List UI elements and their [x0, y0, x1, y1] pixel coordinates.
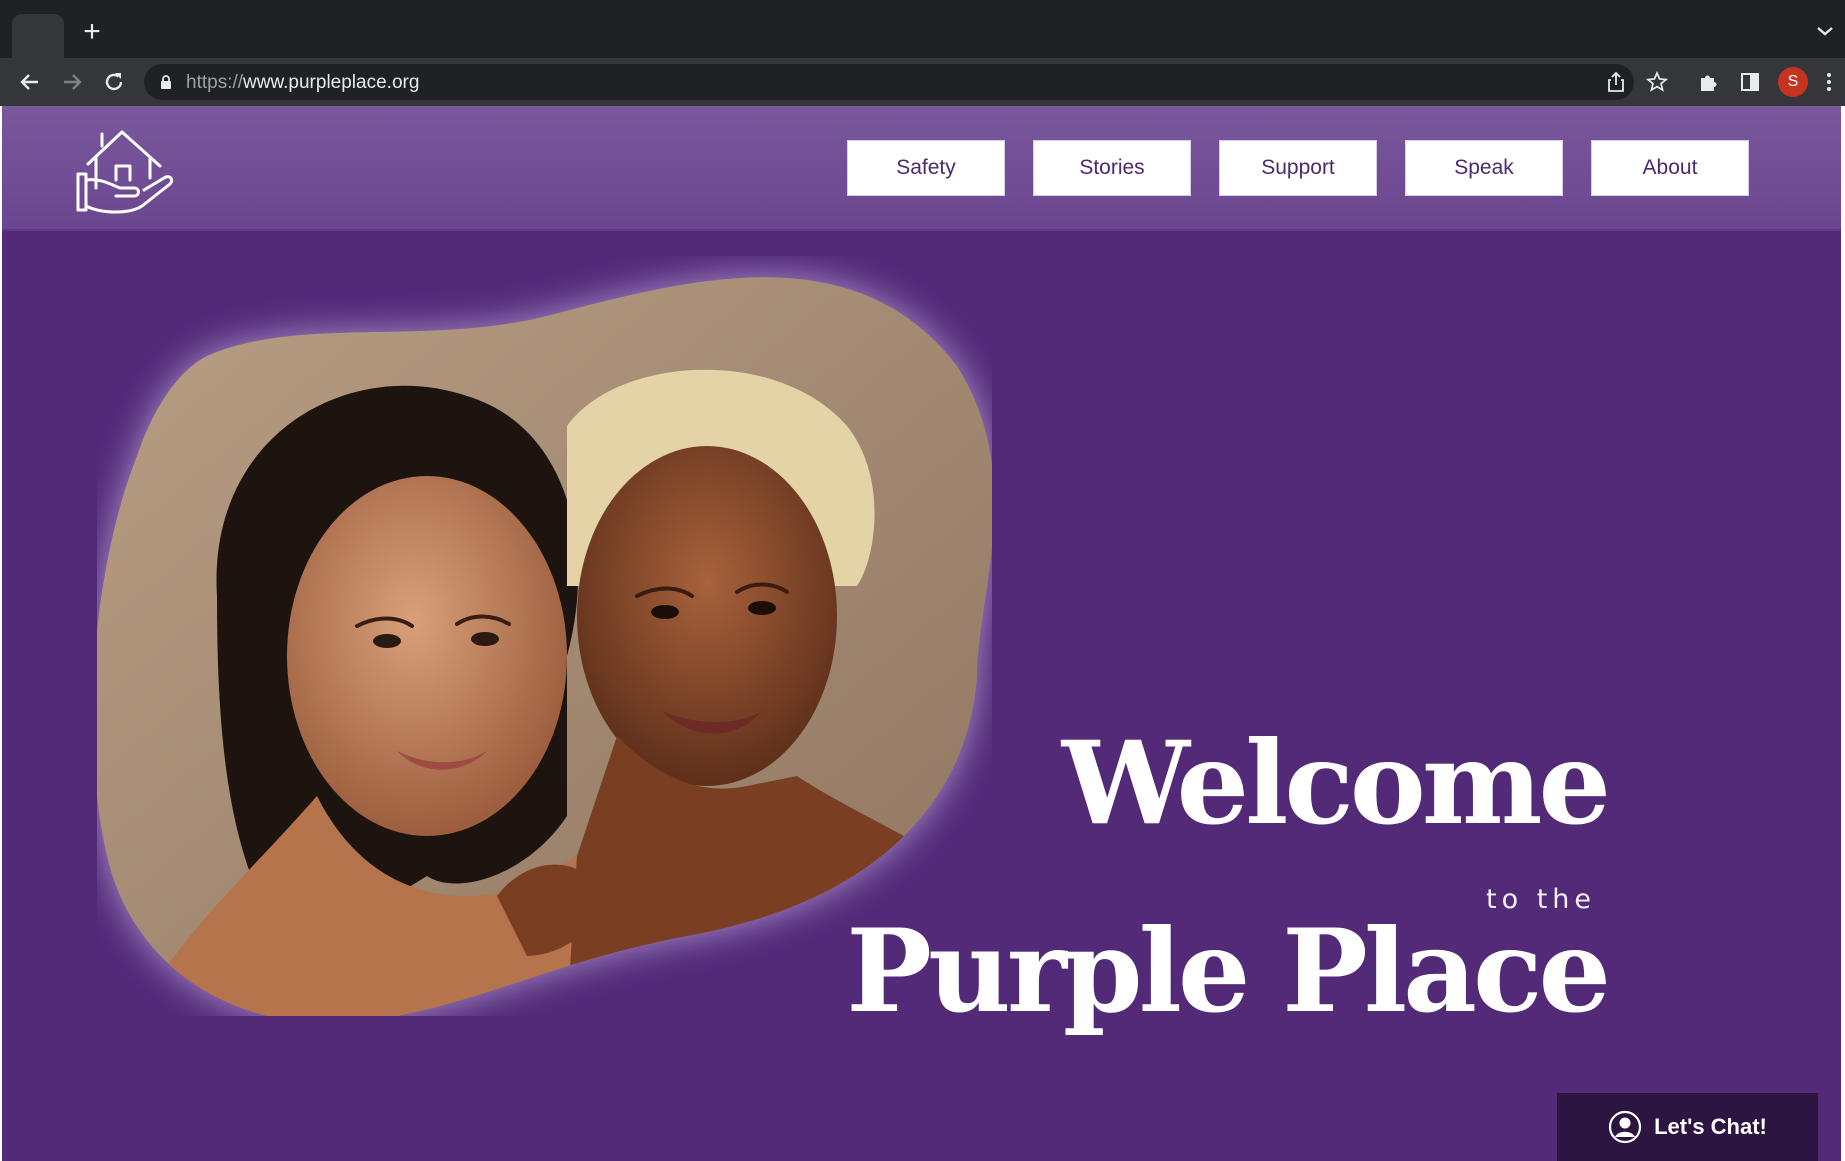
share-icon[interactable]: [1604, 70, 1628, 94]
extensions-icon[interactable]: [1697, 70, 1721, 94]
address-bar[interactable]: https://www.purpleplace.org: [144, 64, 1634, 100]
user-circle-icon: [1608, 1110, 1642, 1144]
reload-icon[interactable]: [100, 68, 128, 96]
url-text: https://www.purpleplace.org: [186, 72, 420, 93]
site-header: Safety Stories Support Speak About: [2, 106, 1841, 231]
hero-welcome: Welcome: [1061, 716, 1611, 850]
nav-safety[interactable]: Safety: [847, 140, 1005, 196]
lets-chat-button[interactable]: Let's Chat!: [1557, 1093, 1818, 1161]
nav-speak[interactable]: Speak: [1405, 140, 1563, 196]
house-in-hand-icon[interactable]: [72, 122, 178, 218]
hero-photo: [97, 277, 992, 1016]
nav-about[interactable]: About: [1591, 140, 1749, 196]
browser-tab-strip: +: [0, 0, 1845, 58]
forward-icon[interactable]: [58, 68, 86, 96]
nav-support[interactable]: Support: [1219, 140, 1377, 196]
bookmark-star-icon[interactable]: [1645, 70, 1669, 94]
side-panel-icon[interactable]: [1738, 70, 1762, 94]
hero-title: Purple Place: [846, 904, 1611, 1038]
new-tab-button[interactable]: +: [78, 17, 106, 47]
browser-tab[interactable]: [12, 14, 64, 58]
browser-toolbar: https://www.purpleplace.org S: [0, 58, 1845, 106]
lock-icon[interactable]: [158, 74, 174, 90]
web-page: Safety Stories Support Speak About Welco…: [2, 106, 1841, 1161]
tab-list-chevron-icon[interactable]: [1815, 24, 1835, 38]
profile-avatar[interactable]: S: [1778, 67, 1808, 97]
kebab-menu-icon[interactable]: [1822, 70, 1836, 94]
nav-stories[interactable]: Stories: [1033, 140, 1191, 196]
back-icon[interactable]: [16, 68, 44, 96]
chat-label: Let's Chat!: [1654, 1114, 1767, 1139]
